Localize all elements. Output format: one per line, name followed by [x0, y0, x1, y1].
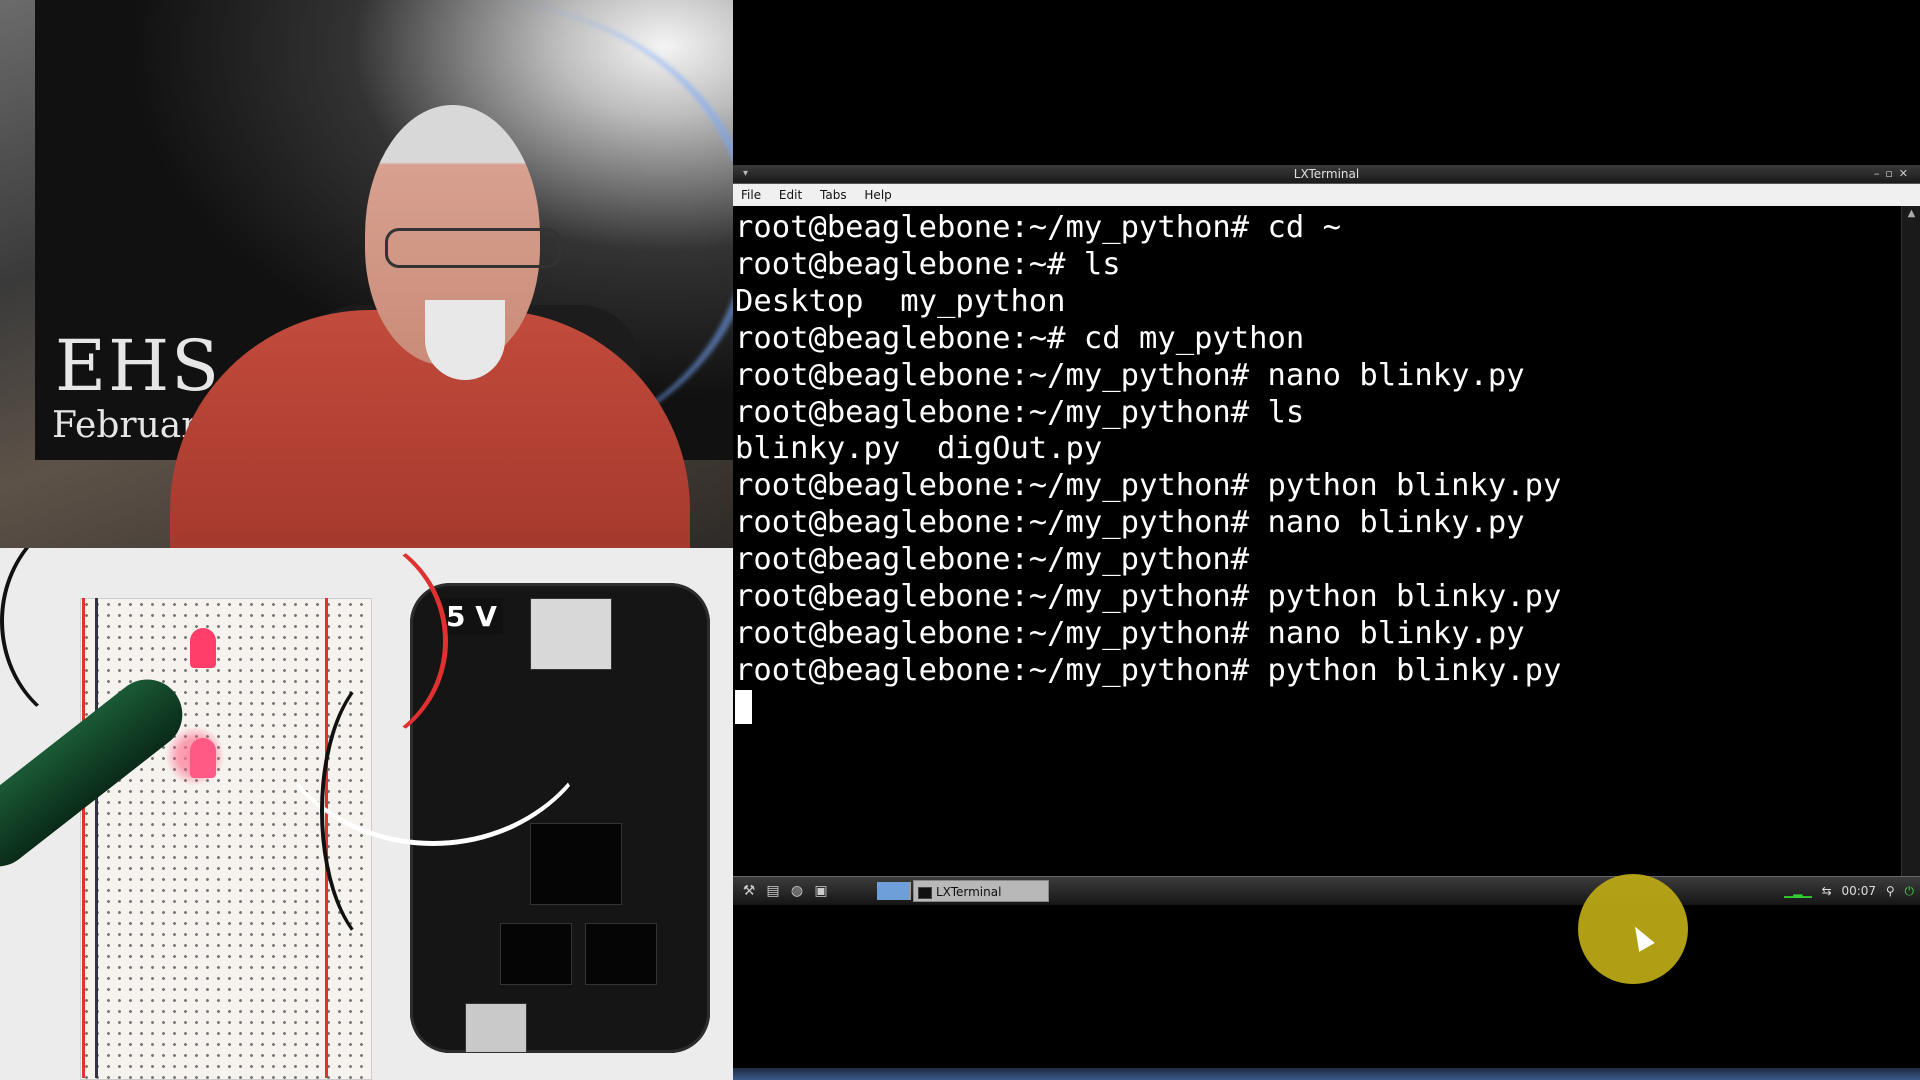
- bottom-edge-strip: [733, 1068, 1920, 1080]
- webcam-presenter-view: EHS - February: [0, 0, 733, 548]
- menu-help[interactable]: Help: [864, 188, 891, 202]
- taskbar-terminal-task[interactable]: LXTerminal: [913, 880, 1049, 902]
- network-icon[interactable]: ⇆: [1822, 884, 1832, 898]
- window-controls: –▫✕: [1874, 165, 1914, 183]
- terminal-icon: [918, 886, 932, 899]
- webcam-hardware-view: 5 V: [0, 548, 733, 1080]
- memory-chip: [585, 923, 657, 985]
- terminal-line: root@beaglebone:~/my_python# nano blinky…: [735, 615, 1525, 651]
- presenter-beard: [425, 300, 505, 380]
- file-manager-icon[interactable]: ▤: [763, 882, 783, 900]
- desktop-pager-divider: [909, 882, 911, 900]
- logout-icon[interactable]: ⏻: [1905, 884, 1915, 898]
- clock[interactable]: 00:07: [1841, 884, 1876, 898]
- black-wire: [320, 668, 457, 954]
- system-tray: ▁▂▁ ⇆ 00:07 ⚲ ⏻: [1778, 882, 1914, 900]
- close-icon[interactable]: ✕: [1899, 167, 1914, 180]
- start-menu-icon[interactable]: ⚒: [739, 882, 759, 900]
- cpu-monitor-icon[interactable]: ▁▂▁: [1784, 884, 1812, 898]
- terminal-line: blinky.py digOut.py: [735, 431, 1103, 467]
- terminal-line: root@beaglebone:~# cd my_python: [735, 320, 1305, 356]
- scroll-up-arrow-icon[interactable]: ▲: [1902, 206, 1920, 222]
- terminal-output[interactable]: root@beaglebone:~/my_python# cd ~ root@be…: [733, 206, 1901, 876]
- led-lit: [190, 738, 216, 778]
- text-cursor: [735, 689, 752, 724]
- presenter-glasses: [385, 228, 561, 268]
- task-label: LXTerminal: [936, 885, 1002, 899]
- web-browser-icon[interactable]: ◍: [787, 882, 807, 900]
- terminal-line: root@beaglebone:~/my_python# python blin…: [735, 652, 1562, 688]
- terminal-line: root@beaglebone:~/my_python# nano blinky…: [735, 505, 1525, 541]
- terminal-line: root@beaglebone:~/my_python# cd ~: [735, 210, 1341, 245]
- lock-screen-icon[interactable]: ⚲: [1886, 884, 1895, 898]
- maximize-icon[interactable]: ▫: [1885, 167, 1898, 180]
- terminal-menubar: File Edit Tabs Help: [733, 184, 1920, 207]
- terminal-line: root@beaglebone:~/my_python# ls: [735, 394, 1305, 430]
- window-menu-icon[interactable]: ▾: [743, 165, 748, 183]
- minimize-icon[interactable]: –: [1874, 167, 1886, 180]
- processor-chip: [530, 823, 622, 905]
- terminal-line: root@beaglebone:~/my_python# nano blinky…: [735, 357, 1525, 393]
- terminal-line: Desktop my_python: [735, 283, 1066, 319]
- terminal-line: root@beaglebone:~/my_python# python blin…: [735, 468, 1562, 504]
- show-desktop-icon[interactable]: ▣: [811, 882, 831, 900]
- menu-file[interactable]: File: [741, 188, 761, 202]
- lxde-taskbar: ⚒ ▤ ◍ ▣ LXTerminal ▁▂▁ ⇆ 00:07 ⚲ ⏻: [733, 876, 1920, 905]
- memory-chip: [500, 923, 572, 985]
- usb-port: [465, 1003, 527, 1053]
- menu-edit[interactable]: Edit: [779, 188, 802, 202]
- menu-tabs[interactable]: Tabs: [820, 188, 847, 202]
- desktop-pager-active[interactable]: [877, 882, 909, 900]
- terminal-titlebar[interactable]: ▾ LXTerminal –▫✕: [733, 165, 1920, 184]
- terminal-line: root@beaglebone:~/my_python#: [735, 542, 1250, 578]
- terminal-scrollbar[interactable]: ▲: [1901, 206, 1920, 876]
- window-title: LXTerminal: [1293, 167, 1360, 181]
- terminal-line: root@beaglebone:~/my_python# python blin…: [735, 579, 1562, 615]
- terminal-line: root@beaglebone:~# ls: [735, 246, 1121, 282]
